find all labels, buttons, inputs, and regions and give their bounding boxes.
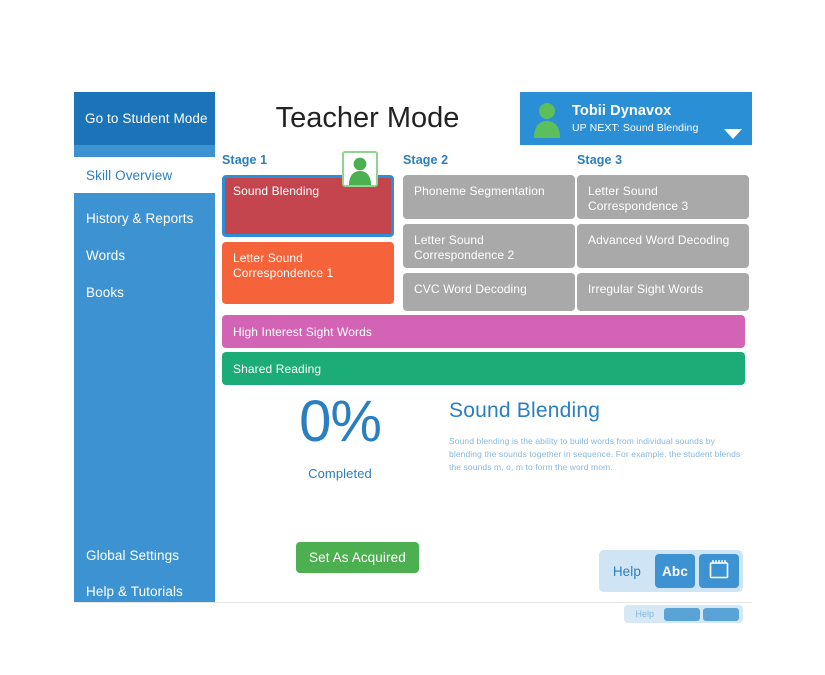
ghost-help-label: Help <box>635 609 654 619</box>
sidebar-item-label: Skill Overview <box>86 167 173 183</box>
abc-keyboard-button[interactable]: Abc <box>655 554 695 588</box>
help-toolbar: Help Abc <box>598 550 743 592</box>
top-bar: Go to Student Mode Teacher Mode Tobii Dy… <box>74 92 752 146</box>
skill-card-letter-sound-correspondence-1[interactable]: Letter Sound Correspondence 1 <box>222 242 394 304</box>
screenshot-canvas: Go to Student Mode Teacher Mode Tobii Dy… <box>0 0 825 675</box>
user-info: Tobii Dynavox UP NEXT: Sound Blending <box>572 102 698 135</box>
skill-card-letter-sound-correspondence-2[interactable]: Letter Sound Correspondence 2 <box>403 224 575 268</box>
notebook-icon-button[interactable] <box>699 554 739 588</box>
user-name: Tobii Dynavox <box>572 102 672 119</box>
skill-bar-title: High Interest Sight Words <box>233 324 373 339</box>
sidebar-item-words[interactable]: Words <box>74 237 215 273</box>
progress-percent: 0% <box>299 389 382 454</box>
sidebar-item-books[interactable]: Books <box>74 274 215 310</box>
sidebar-item-history-and-reports[interactable]: History & Reports <box>74 200 215 236</box>
partial-repaint-artifact: Help <box>74 602 752 625</box>
up-next-label: UP NEXT: Sound Blending <box>572 122 699 134</box>
progress-block: 0% Completed <box>245 389 435 482</box>
set-as-acquired-button[interactable]: Set As Acquired <box>296 542 419 573</box>
stage-label: Stage 2 <box>403 153 449 167</box>
notebook-icon <box>708 559 730 583</box>
ghost-notebook-button <box>703 607 739 621</box>
skill-card-title: Sound Blending <box>233 184 320 198</box>
stage-label: Stage 3 <box>577 153 623 167</box>
main-content: Stage 1 Sound Blending Letter Sound Corr… <box>215 145 752 625</box>
ghost-abc-button <box>664 607 700 621</box>
skill-card-letter-sound-correspondence-3[interactable]: Letter Sound Correspondence 3 <box>577 175 749 219</box>
sidebar-item-label: History & Reports <box>86 210 194 226</box>
sidebar-item-label: Global Settings <box>86 547 180 563</box>
skill-card-title: Letter Sound Correspondence 3 <box>588 184 689 214</box>
user-account-chip[interactable]: Tobii Dynavox UP NEXT: Sound Blending <box>520 92 752 145</box>
page-title: Teacher Mode <box>215 92 520 146</box>
skill-card-title: CVC Word Decoding <box>414 282 527 296</box>
skill-card-irregular-sight-words[interactable]: Irregular Sight Words <box>577 273 749 311</box>
sidebar-item-label: Words <box>86 247 126 263</box>
go-to-student-mode-button[interactable]: Go to Student Mode <box>74 92 215 145</box>
skill-bar-high-interest-sight-words[interactable]: High Interest Sight Words <box>222 315 745 348</box>
skill-card-advanced-word-decoding[interactable]: Advanced Word Decoding <box>577 224 749 268</box>
skill-card-title: Phoneme Segmentation <box>414 184 545 198</box>
skill-card-phoneme-segmentation[interactable]: Phoneme Segmentation <box>403 175 575 219</box>
skill-card-cvc-word-decoding[interactable]: CVC Word Decoding <box>403 273 575 311</box>
skill-description-block: Sound Blending Sound blending is the abi… <box>449 399 749 473</box>
ghost-help-toolbar: Help <box>624 605 743 623</box>
page-title-label: Teacher Mode <box>275 102 460 134</box>
skill-card-title: Letter Sound Correspondence 1 <box>233 251 334 281</box>
sidebar-item-skill-overview[interactable]: Skill Overview <box>74 157 215 193</box>
abc-button-label: Abc <box>661 563 689 579</box>
sidebar-item-label: Books <box>86 284 125 300</box>
sidebar: Skill Overview History & Reports Words B… <box>74 145 215 625</box>
person-icon <box>349 157 371 185</box>
skill-bar-title: Shared Reading <box>233 361 322 376</box>
sidebar-item-global-settings[interactable]: Global Settings <box>74 537 215 573</box>
sidebar-primary-nav: Skill Overview History & Reports Words B… <box>74 145 215 310</box>
stage-column-2: Stage 2 Phoneme Segmentation Letter Soun… <box>403 153 575 316</box>
progress-caption: Completed <box>308 466 372 481</box>
go-to-student-mode-label: Go to Student Mode <box>85 111 208 126</box>
skill-card-title: Advanced Word Decoding <box>588 233 730 247</box>
stage-column-3: Stage 3 Letter Sound Correspondence 3 Ad… <box>577 153 749 316</box>
help-button[interactable]: Help <box>603 564 651 579</box>
skill-bar-shared-reading[interactable]: Shared Reading <box>222 352 745 385</box>
learner-position-marker <box>342 151 378 187</box>
stage-column-1: Stage 1 Sound Blending Letter Sound Corr… <box>222 151 394 309</box>
app-window: Go to Student Mode Teacher Mode Tobii Dy… <box>74 92 752 625</box>
skill-detail-description: Sound blending is the ability to build w… <box>449 436 741 472</box>
skill-card-title: Letter Sound Correspondence 2 <box>414 233 515 263</box>
skill-detail-panel: 0% Completed Sound Blending Sound blendi… <box>215 393 752 513</box>
chevron-down-icon[interactable] <box>724 129 742 139</box>
avatar <box>530 100 564 138</box>
sidebar-item-label: Help & Tutorials <box>86 583 183 599</box>
skill-detail-title: Sound Blending <box>449 399 601 422</box>
skill-card-title: Irregular Sight Words <box>588 282 704 296</box>
sidebar-secondary-nav: Global Settings Help & Tutorials <box>74 537 215 609</box>
